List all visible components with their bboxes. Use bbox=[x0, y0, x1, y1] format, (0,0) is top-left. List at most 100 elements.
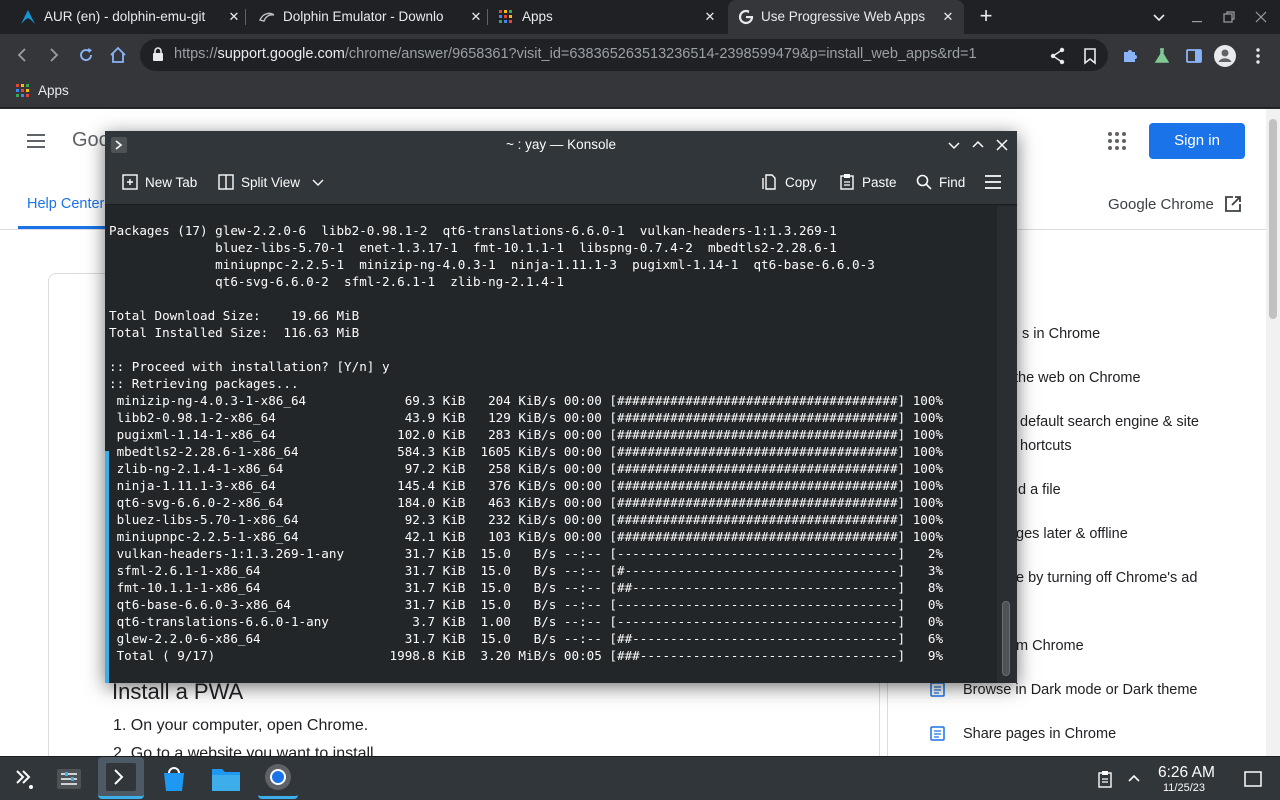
forward-icon[interactable] bbox=[44, 45, 64, 65]
clock-date[interactable]: 11/25/23 bbox=[1163, 782, 1205, 794]
related-link[interactable]: s in Chrome bbox=[1022, 326, 1100, 342]
split-view-button[interactable]: Split View bbox=[217, 172, 332, 192]
url-scheme: https:// bbox=[174, 46, 218, 62]
product-link[interactable]: Google Chrome bbox=[1108, 196, 1214, 213]
tab-apps[interactable]: Apps ✕ bbox=[488, 0, 728, 34]
related-link[interactable]: hortcuts bbox=[1020, 438, 1072, 454]
hamburger-menu-icon[interactable] bbox=[26, 131, 46, 151]
copy-button[interactable]: Copy bbox=[761, 172, 817, 192]
chrome-menu-icon[interactable] bbox=[1248, 46, 1268, 66]
system-settings-icon[interactable] bbox=[51, 761, 87, 797]
labs-flask-icon[interactable] bbox=[1152, 46, 1172, 66]
terminal-line: qt6-base-6.6.0-3-x86_64 31.7 KiB 15.0 B/… bbox=[109, 597, 944, 612]
search-icon bbox=[916, 174, 932, 190]
paste-button[interactable]: Paste bbox=[838, 172, 897, 192]
discover-store-icon[interactable] bbox=[156, 761, 192, 797]
close-window-icon[interactable] bbox=[1251, 7, 1271, 27]
close-icon[interactable]: ✕ bbox=[702, 9, 718, 25]
related-link[interactable]: the web on Chrome bbox=[1014, 370, 1141, 386]
step-item: 1. On your computer, open Chrome. bbox=[113, 717, 369, 734]
page-scrollbar[interactable] bbox=[1266, 109, 1280, 756]
side-panel-icon[interactable] bbox=[1184, 46, 1204, 66]
window-title: ~ : yay — Konsole bbox=[506, 137, 616, 152]
home-icon[interactable] bbox=[108, 45, 128, 65]
reload-icon[interactable] bbox=[76, 45, 96, 65]
minimize-icon[interactable] bbox=[946, 137, 962, 153]
terminal-line: sfml-2.6.1-1-x86_64 31.7 KiB 15.0 B/s --… bbox=[109, 563, 944, 578]
new-tab-label: New Tab bbox=[145, 174, 198, 190]
apps-grid-icon bbox=[498, 9, 514, 25]
close-icon[interactable] bbox=[994, 137, 1010, 153]
profile-avatar-icon[interactable] bbox=[1214, 45, 1236, 67]
tab-progressive-web-apps[interactable]: Use Progressive Web Apps ✕ bbox=[728, 0, 964, 34]
terminal-line: Packages (17) glew-2.2.0-6 libb2-0.98.1-… bbox=[109, 223, 837, 238]
google-apps-icon[interactable] bbox=[1107, 131, 1127, 151]
terminal-line: minizip-ng-4.0.3-1-x86_64 69.3 KiB 204 K… bbox=[109, 393, 944, 408]
sign-in-button[interactable]: Sign in bbox=[1149, 123, 1245, 159]
maximize-icon[interactable] bbox=[970, 137, 986, 153]
step-item: 2. Go to a website you want to install. bbox=[113, 745, 379, 756]
tab-aur[interactable]: AUR (en) - dolphin-emu-git ✕ bbox=[0, 0, 244, 34]
related-link[interactable]: Browse in Dark mode or Dark theme bbox=[963, 682, 1198, 698]
new-tab-icon bbox=[122, 174, 138, 190]
konsole-titlebar[interactable]: ~ : yay — Konsole bbox=[105, 131, 1017, 159]
dolphin-file-manager-icon[interactable] bbox=[208, 761, 244, 797]
close-icon[interactable]: ✕ bbox=[940, 9, 956, 25]
terminal-line: vulkan-headers-1:1.3.269-1-any 31.7 KiB … bbox=[109, 546, 944, 561]
new-tab-button[interactable]: + bbox=[976, 5, 996, 27]
scrollbar-thumb[interactable] bbox=[1002, 601, 1010, 676]
terminal-line: fmt-10.1.1-1-x86_64 31.7 KiB 15.0 B/s --… bbox=[109, 580, 944, 595]
scrollbar-thumb[interactable] bbox=[1269, 119, 1277, 319]
related-link[interactable]: ges later & offline bbox=[1016, 526, 1128, 542]
terminal-line: qt6-svg-6.6.0-2-x86_64 184.0 KiB 463 KiB… bbox=[109, 495, 944, 510]
tab-title: Dolphin Emulator - Downlo bbox=[283, 9, 443, 24]
lock-icon[interactable] bbox=[150, 46, 166, 62]
terminal-line: zlib-ng-2.1.4-1-x86_64 97.2 KiB 258 KiB/… bbox=[109, 461, 944, 476]
bookmark-star-icon[interactable] bbox=[1080, 46, 1100, 66]
related-link[interactable]: m Chrome bbox=[1016, 638, 1084, 654]
chrome-task-icon[interactable] bbox=[258, 757, 298, 799]
application-launcher-icon[interactable] bbox=[5, 761, 41, 797]
terminal-line: qt6-translations-6.6.0-1-any 3.7 KiB 1.0… bbox=[109, 614, 944, 629]
open-external-icon[interactable] bbox=[1224, 195, 1242, 213]
close-icon[interactable]: ✕ bbox=[226, 9, 242, 25]
chevron-down-icon bbox=[312, 179, 324, 186]
terminal-line: miniupnpc-2.2.5-1 minizip-ng-4.0.3-1 nin… bbox=[109, 257, 875, 272]
url-text[interactable]: https://support.google.com/chrome/answer… bbox=[174, 46, 977, 62]
find-label: Find bbox=[939, 174, 966, 190]
terminal-line: bluez-libs-5.70-1-x86_64 92.3 KiB 232 Ki… bbox=[109, 512, 944, 527]
close-icon[interactable]: ✕ bbox=[468, 9, 484, 25]
terminal-line: :: Retrieving packages... bbox=[109, 376, 299, 391]
restore-icon[interactable] bbox=[1219, 7, 1239, 27]
related-link[interactable]: d a file bbox=[1018, 482, 1061, 498]
tab-title: Use Progressive Web Apps bbox=[761, 9, 926, 24]
konsole-task-icon[interactable] bbox=[98, 757, 144, 799]
terminal-output[interactable]: Packages (17) glew-2.2.0-6 libb2-0.98.1-… bbox=[105, 206, 997, 683]
konsole-window: ~ : yay — Konsole New Tab Split View Cop… bbox=[105, 131, 1017, 683]
url-domain: support.google.com bbox=[217, 46, 345, 62]
terminal-scrollbar[interactable] bbox=[997, 206, 1017, 683]
minimize-icon[interactable] bbox=[1187, 7, 1207, 27]
back-icon[interactable] bbox=[12, 45, 32, 65]
clock-time[interactable]: 6:26 AM bbox=[1158, 764, 1215, 782]
apps-grid-icon bbox=[15, 83, 31, 99]
share-icon[interactable] bbox=[1048, 46, 1068, 66]
terminal-line: :: Proceed with installation? [Y/n] y bbox=[109, 359, 390, 374]
chrome-tab-strip: AUR (en) - dolphin-emu-git ✕ Dolphin Emu… bbox=[0, 0, 1280, 34]
clipboard-icon[interactable] bbox=[1096, 770, 1114, 788]
hamburger-menu-icon[interactable] bbox=[984, 172, 1008, 192]
help-center-tab[interactable]: Help Center bbox=[27, 196, 104, 212]
related-link[interactable]: Share pages in Chrome bbox=[963, 726, 1116, 742]
tab-search-icon[interactable] bbox=[1149, 7, 1169, 27]
new-tab-button[interactable]: New Tab bbox=[121, 172, 197, 192]
related-link[interactable]: e by turning off Chrome's ad bbox=[1016, 570, 1197, 586]
related-link[interactable]: default search engine & site bbox=[1020, 414, 1199, 430]
tray-expand-icon[interactable] bbox=[1126, 771, 1142, 787]
find-button[interactable]: Find bbox=[915, 172, 965, 192]
split-view-icon bbox=[218, 174, 234, 190]
extension-icon[interactable] bbox=[1120, 46, 1140, 66]
paste-icon bbox=[840, 174, 854, 190]
show-desktop-icon[interactable] bbox=[1244, 770, 1262, 788]
tab-dolphin[interactable]: Dolphin Emulator - Downlo ✕ bbox=[246, 0, 486, 34]
arch-linux-icon bbox=[20, 9, 36, 25]
